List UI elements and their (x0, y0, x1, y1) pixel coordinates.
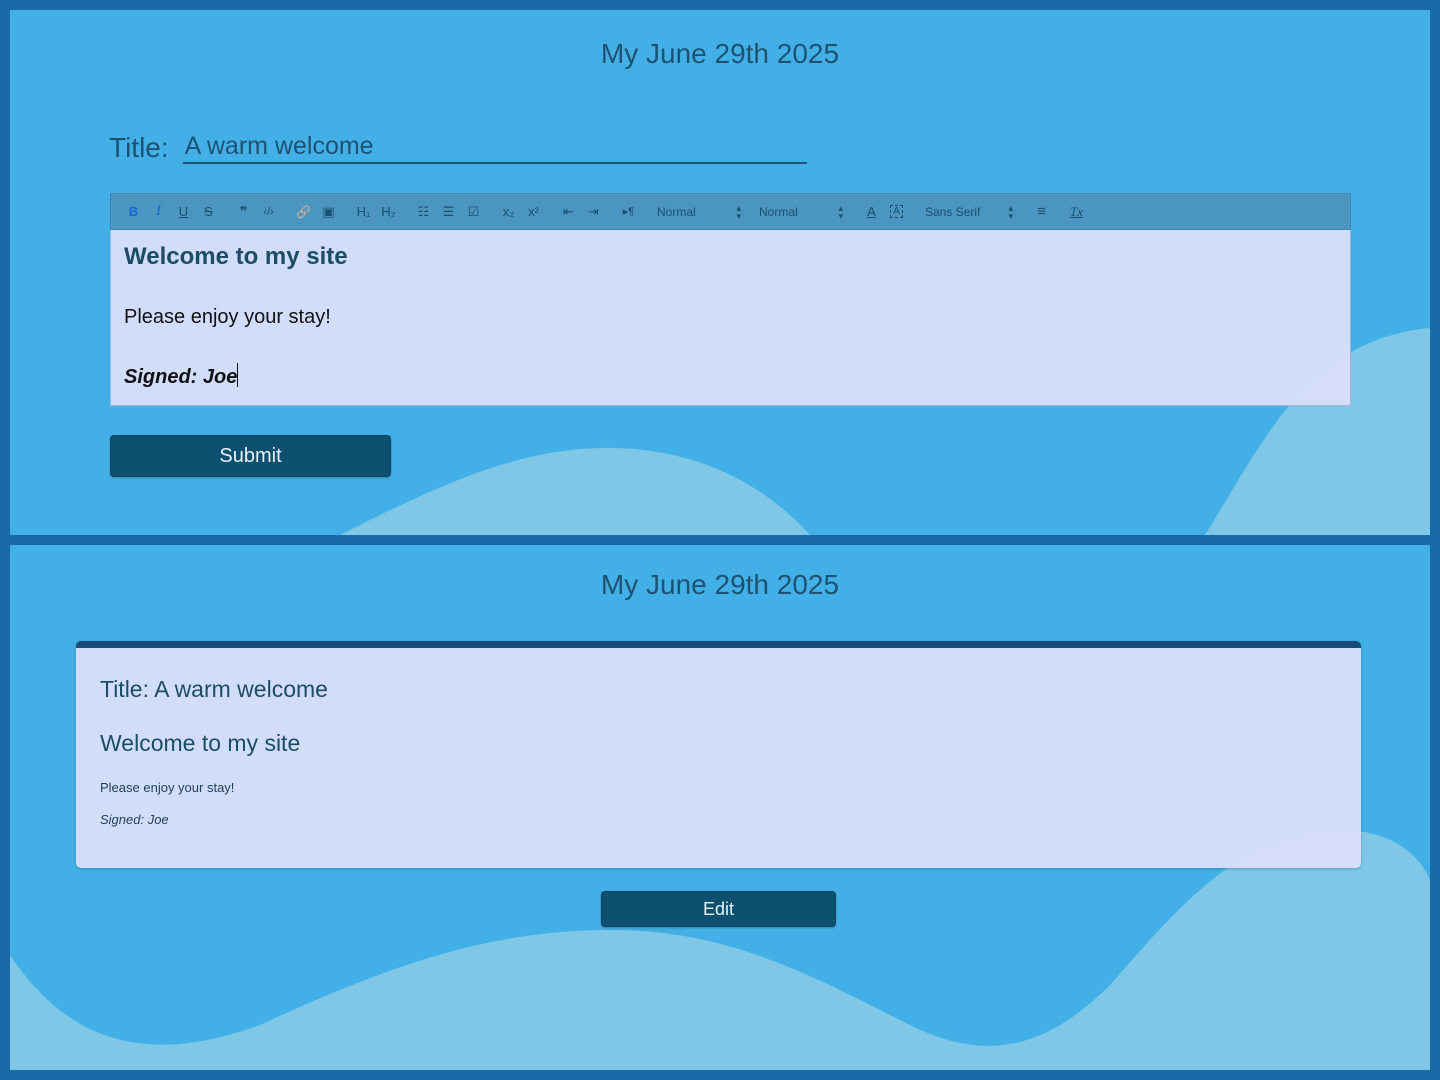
blockquote-icon[interactable]: ❞ (231, 200, 256, 224)
ordered-list-icon[interactable]: ☷ (411, 200, 436, 224)
editor-heading: Welcome to my site (124, 243, 348, 270)
title-input[interactable] (182, 130, 807, 164)
indent-icon[interactable]: ⇥ (581, 200, 606, 224)
header-select-value: Normal (759, 204, 798, 219)
bullet-list-icon[interactable]: ☰ (436, 200, 461, 224)
editor-content[interactable]: Welcome to my site Please enjoy your sta… (110, 230, 1351, 406)
strike-button[interactable]: S (196, 200, 221, 224)
size-select-value: Normal (657, 204, 696, 219)
editor-panel: My June 29th 2025 Title: B I U S ❞ ‹/› 🔗… (10, 10, 1430, 535)
h1-button[interactable]: H₁ (351, 200, 376, 224)
link-icon[interactable]: 🔗 (291, 200, 316, 224)
preview-panel: My June 29th 2025 Title: A warm welcome … (10, 545, 1430, 1070)
editor-toolbar: B I U S ❞ ‹/› 🔗 ▣ H₁ H₂ ☷ ☰ ☑ x₂ x² ⇤ ⇥ … (110, 193, 1351, 230)
check-list-icon[interactable]: ☑ (461, 200, 486, 224)
editor-signature-line: Signed: Joe (124, 363, 1337, 390)
outdent-icon[interactable]: ⇤ (556, 200, 581, 224)
subscript-button[interactable]: x₂ (496, 200, 521, 224)
preview-paragraph: Please enjoy your stay! (100, 780, 235, 795)
page-title: My June 29th 2025 (600, 569, 840, 600)
editor-signature: Signed: Joe (124, 366, 238, 388)
font-select-value: Sans Serif (925, 204, 981, 219)
select-arrows-icon: ▴ ▾ (838, 202, 843, 221)
align-icon[interactable]: ≡ (1029, 200, 1054, 224)
superscript-button[interactable]: x² (521, 200, 546, 224)
italic-button[interactable]: I (146, 200, 171, 224)
header-select[interactable]: Normal ▴ ▾ (753, 200, 849, 224)
post-preview-card: Title: A warm welcome Welcome to my site… (76, 641, 1361, 868)
title-row: Title: (109, 130, 807, 164)
text-direction-icon[interactable]: ▸¶ (616, 200, 641, 224)
submit-button[interactable]: Submit (110, 435, 391, 477)
edit-button[interactable]: Edit (601, 891, 836, 927)
bold-button[interactable]: B (121, 200, 146, 224)
underline-button[interactable]: U (171, 200, 196, 224)
code-icon[interactable]: ‹/› (256, 200, 281, 224)
preview-title: Title: A warm welcome (100, 676, 328, 702)
text-caret (237, 363, 239, 387)
title-label: Title: (109, 132, 169, 163)
h2-button[interactable]: H₂ (376, 200, 401, 224)
clean-format-icon[interactable]: Tx (1064, 200, 1089, 224)
background-color-glyph: A (890, 205, 903, 218)
size-select[interactable]: Normal ▴ ▾ (651, 200, 747, 224)
background-color-icon[interactable]: A (884, 200, 909, 224)
select-arrows-icon: ▴ ▾ (1008, 202, 1013, 221)
font-select[interactable]: Sans Serif ▴ ▾ (919, 200, 1019, 224)
rich-text-editor: B I U S ❞ ‹/› 🔗 ▣ H₁ H₂ ☷ ☰ ☑ x₂ x² ⇤ ⇥ … (110, 193, 1351, 406)
text-color-icon[interactable]: A (859, 200, 884, 224)
preview-signature: Signed: Joe (100, 812, 169, 827)
image-icon[interactable]: ▣ (316, 200, 341, 224)
editor-paragraph: Please enjoy your stay! (124, 306, 331, 328)
preview-heading: Welcome to my site (100, 730, 301, 756)
page-title: My June 29th 2025 (600, 38, 840, 69)
select-arrows-icon: ▴ ▾ (736, 202, 741, 221)
